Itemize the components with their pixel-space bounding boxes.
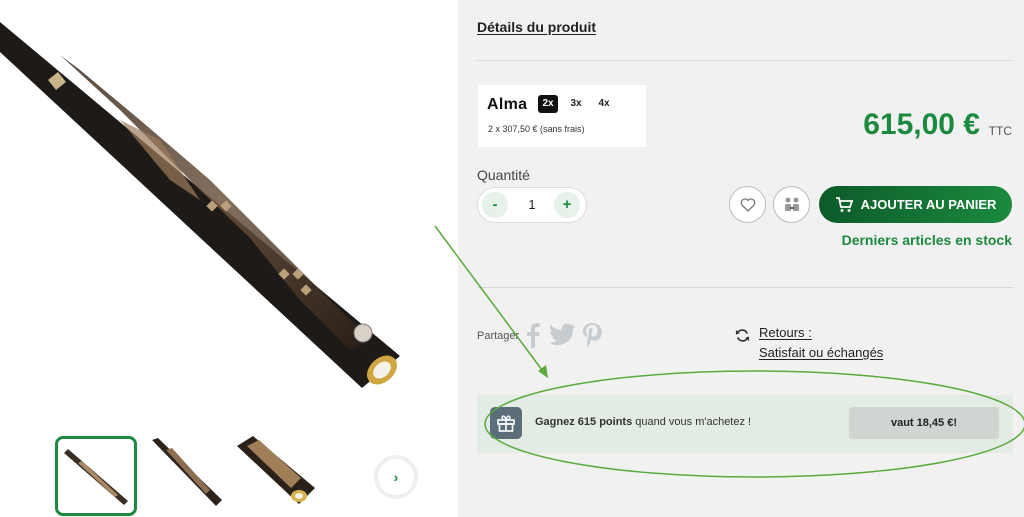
quantity-input[interactable]: 1	[522, 197, 542, 212]
product-main-image	[0, 22, 400, 388]
heart-icon	[740, 197, 755, 212]
product-price: 615,00 €	[863, 108, 980, 141]
thumbnail-1[interactable]	[55, 436, 137, 516]
returns-title: Retours :	[759, 325, 812, 340]
add-to-cart-label: AJOUTER AU PANIER	[860, 197, 997, 212]
thumbnail-image-2	[152, 438, 222, 506]
divider-top	[477, 60, 1013, 61]
twitter-icon[interactable]	[550, 322, 576, 346]
points-description: quand vous m'achetez !	[632, 416, 752, 428]
compare-icon	[784, 197, 799, 211]
points-value-button[interactable]: vaut 18,45 €!	[849, 407, 999, 439]
facebook-icon[interactable]	[526, 322, 540, 348]
cart-icon	[835, 196, 853, 212]
thumbnail-3[interactable]	[237, 436, 315, 512]
product-details-link[interactable]: Détails du produit	[477, 19, 596, 35]
points-earned: Gagnez 615 points	[535, 416, 633, 428]
stock-status: Derniers articles en stock	[841, 232, 1012, 248]
quantity-decrease-button[interactable]: -	[482, 192, 508, 218]
product-info-panel: Détails du produit Alma 2x 3x 4x 2 x 307…	[458, 0, 1024, 517]
share-label: Partager	[477, 330, 520, 342]
quantity-label: Quantité	[477, 167, 530, 183]
alma-installment-text: 2 x 307,50 € (sans frais)	[488, 124, 585, 134]
loyalty-points-banner: Gagnez 615 points quand vous m'achetez !…	[477, 395, 1013, 453]
alma-logo: Alma	[487, 96, 528, 113]
alma-option-2x[interactable]: 2x	[538, 95, 558, 113]
alma-option-3x[interactable]: 3x	[566, 95, 586, 113]
thumbnail-2[interactable]	[146, 436, 224, 512]
thumbnail-image-1	[64, 449, 128, 505]
chevron-right-icon: ›	[393, 469, 399, 485]
alma-payment-widget: Alma 2x 3x 4x 2 x 307,50 € (sans frais)	[478, 85, 646, 147]
pinterest-icon[interactable]	[582, 322, 602, 348]
product-image-gallery: ›	[0, 0, 458, 517]
price-tax-suffix: TTC	[988, 124, 1012, 138]
refresh-icon	[735, 328, 750, 347]
compare-button[interactable]	[773, 186, 810, 223]
add-to-cart-button[interactable]: AJOUTER AU PANIER	[819, 186, 1012, 223]
gift-icon	[490, 407, 522, 439]
gallery-next-button[interactable]: ›	[378, 459, 414, 495]
returns-subtitle: Satisfait ou échangés	[759, 345, 884, 360]
thumbnail-image-3	[237, 436, 315, 504]
alma-option-4x[interactable]: 4x	[594, 95, 614, 113]
divider-middle	[477, 287, 1013, 288]
returns-policy-link[interactable]: Retours : Satisfait ou échangés	[759, 323, 883, 363]
quantity-increase-button[interactable]: +	[554, 192, 580, 218]
quantity-stepper: - 1 +	[477, 187, 587, 223]
wishlist-button[interactable]	[729, 186, 766, 223]
loyalty-points-text: Gagnez 615 points quand vous m'achetez !	[535, 416, 751, 428]
